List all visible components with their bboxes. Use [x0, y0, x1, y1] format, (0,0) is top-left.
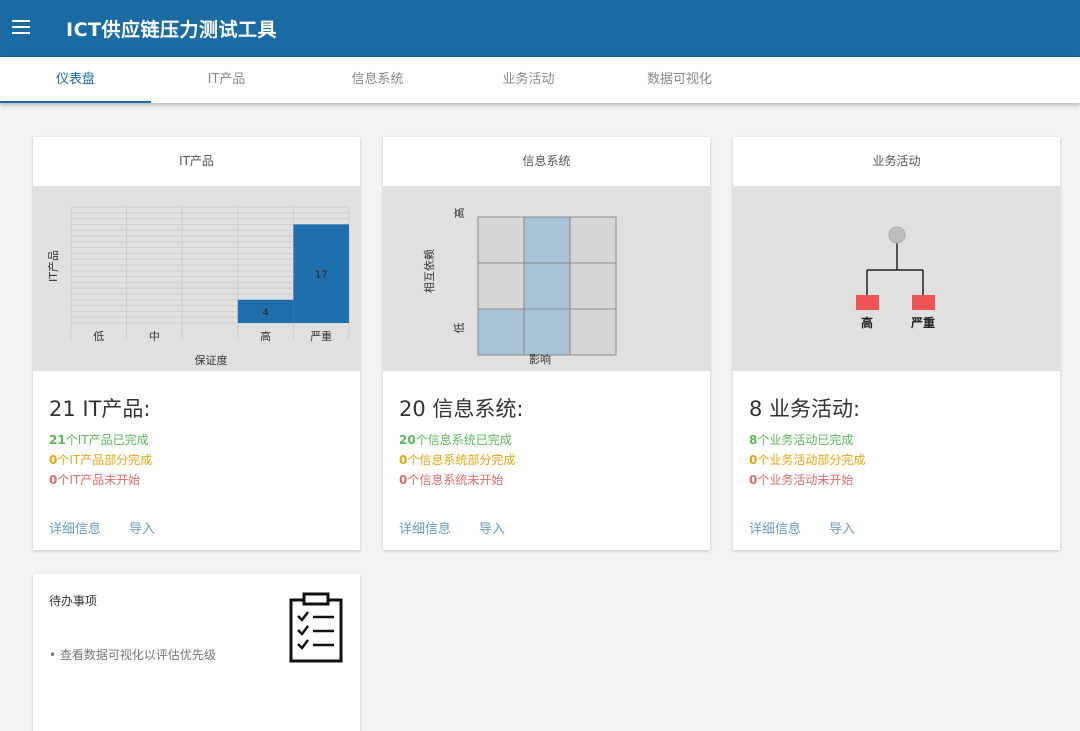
activities-import-link[interactable]: 导入 — [829, 518, 855, 537]
information-systems-count: 20 信息系统: — [399, 397, 524, 421]
x-tick-label: 中 — [149, 330, 160, 343]
business-activities-chart: 高 严重 — [733, 186, 1060, 371]
heatmap-cell — [569, 216, 617, 264]
information-systems-chart: 高 低 相互依赖 影响 — [383, 186, 710, 371]
systems-notstarted-stat: 0个信息系统未开始 — [399, 471, 503, 488]
it-partial-stat: 0个IT产品部分完成 — [49, 451, 152, 468]
tree-leaf-label-severe: 严重 — [910, 315, 935, 330]
x-axis-label: 保证度 — [195, 353, 228, 367]
tree-leaf-high — [856, 295, 879, 310]
x-tick-label: 严重 — [310, 329, 332, 343]
tree-root-node — [888, 226, 906, 244]
activities-notstarted-stat: 0个业务活动未开始 — [749, 471, 853, 488]
heatmap-cell — [523, 216, 571, 264]
menu-icon[interactable] — [10, 16, 34, 40]
y-tick-label-low: 低 — [453, 323, 466, 334]
stat-text: 个IT产品未开始 — [57, 473, 141, 487]
heatmap-cell — [523, 262, 571, 310]
it-notstarted-stat: 0个IT产品未开始 — [49, 471, 140, 488]
activities-complete-stat: 8个业务活动已完成 — [749, 431, 853, 448]
business-activities-count: 8 业务活动: — [749, 397, 861, 421]
systems-complete-stat: 20个信息系统已完成 — [399, 431, 512, 448]
stat-text: 个IT产品部分完成 — [57, 453, 153, 467]
stat-text: 个业务活动未开始 — [757, 473, 854, 487]
tab-data-visualization[interactable]: 数据可视化 — [604, 57, 755, 103]
heatmap-cell — [523, 308, 571, 356]
y-axis-label: IT产品 — [46, 250, 60, 282]
it-details-link[interactable]: 详细信息 — [49, 518, 101, 537]
business-activities-card: 业务活动 高 严重 8 业务活动: 8个业务活动已完成 0个业务活动部分完成 0… — [733, 137, 1060, 550]
it-import-link[interactable]: 导入 — [129, 518, 155, 537]
stat-text: 个信息系统已完成 — [415, 433, 512, 447]
tree-leaf-label-high: 高 — [861, 315, 873, 330]
stat-number: 20 — [399, 433, 416, 447]
it-products-chart: 4 17 低 中 高 严重 IT产品 保证度 — [33, 186, 360, 371]
systems-partial-stat: 0个信息系统部分完成 — [399, 451, 515, 468]
bar-data-label: 4 — [262, 307, 268, 318]
heatmap-cell — [477, 262, 525, 310]
tab-business-activities[interactable]: 业务活动 — [453, 57, 604, 103]
systems-details-link[interactable]: 详细信息 — [399, 518, 451, 537]
stat-text: 个业务活动部分完成 — [757, 453, 866, 467]
stat-text: 个信息系统未开始 — [407, 473, 504, 487]
app-bar: ICT供应链压力测试工具 — [0, 0, 1080, 57]
activities-partial-stat: 0个业务活动部分完成 — [749, 451, 865, 468]
tree-leaf-severe — [912, 295, 935, 310]
tab-dashboard[interactable]: 仪表盘 — [0, 57, 151, 103]
it-products-count: 21 IT产品: — [49, 397, 151, 421]
bar-data-label: 17 — [315, 270, 328, 281]
app-title: ICT供应链压力测试工具 — [66, 19, 277, 41]
tab-information-systems[interactable]: 信息系统 — [302, 57, 453, 103]
heatmap-cell — [477, 308, 525, 356]
information-systems-card: 信息系统 高 低 相互依赖 影响 20 信息系统: 20个信息系统已完成 0个信… — [383, 137, 710, 550]
stat-text: 个信息系统部分完成 — [407, 453, 516, 467]
heatmap-chart: 高 低 相互依赖 影响 — [423, 208, 617, 366]
heatmap-cell — [569, 308, 617, 356]
tab-it-products[interactable]: IT产品 — [151, 57, 302, 103]
card-header: IT产品 — [179, 154, 214, 168]
tree-diagram: 高 严重 — [856, 226, 935, 330]
it-complete-stat: 21个IT产品已完成 — [49, 431, 149, 448]
x-axis-label: 影响 — [529, 353, 551, 366]
card-header: 信息系统 — [522, 154, 571, 168]
activities-details-link[interactable]: 详细信息 — [749, 518, 801, 537]
heatmap-cell — [477, 216, 525, 264]
card-header: 业务活动 — [872, 154, 921, 168]
todo-card: 待办事项 • 查看数据可视化以评估优先级 — [33, 574, 360, 731]
todo-title: 待办事项 — [49, 594, 98, 608]
stat-number: 21 — [49, 433, 66, 447]
heatmap-cell — [569, 262, 617, 310]
todo-item: • 查看数据可视化以评估优先级 — [49, 648, 216, 662]
systems-import-link[interactable]: 导入 — [479, 518, 505, 537]
x-tick-label: 低 — [93, 330, 104, 343]
x-tick-label: 高 — [260, 329, 271, 343]
y-axis-label: 相互依赖 — [423, 249, 436, 293]
bar-chart: 4 17 低 中 高 严重 IT产品 保证度 — [46, 206, 350, 367]
it-products-card: IT产品 4 17 低中高严重 IT产品 保证度 21 IT产品: 21个IT产品… — [33, 137, 360, 550]
stat-text: 个业务活动已完成 — [757, 433, 854, 447]
tab-bar: 仪表盘 IT产品 信息系统 业务活动 数据可视化 — [0, 57, 1080, 103]
y-tick-label-high: 高 — [452, 208, 466, 219]
clipboard-icon — [289, 592, 343, 663]
stat-text: 个IT产品已完成 — [65, 433, 149, 447]
